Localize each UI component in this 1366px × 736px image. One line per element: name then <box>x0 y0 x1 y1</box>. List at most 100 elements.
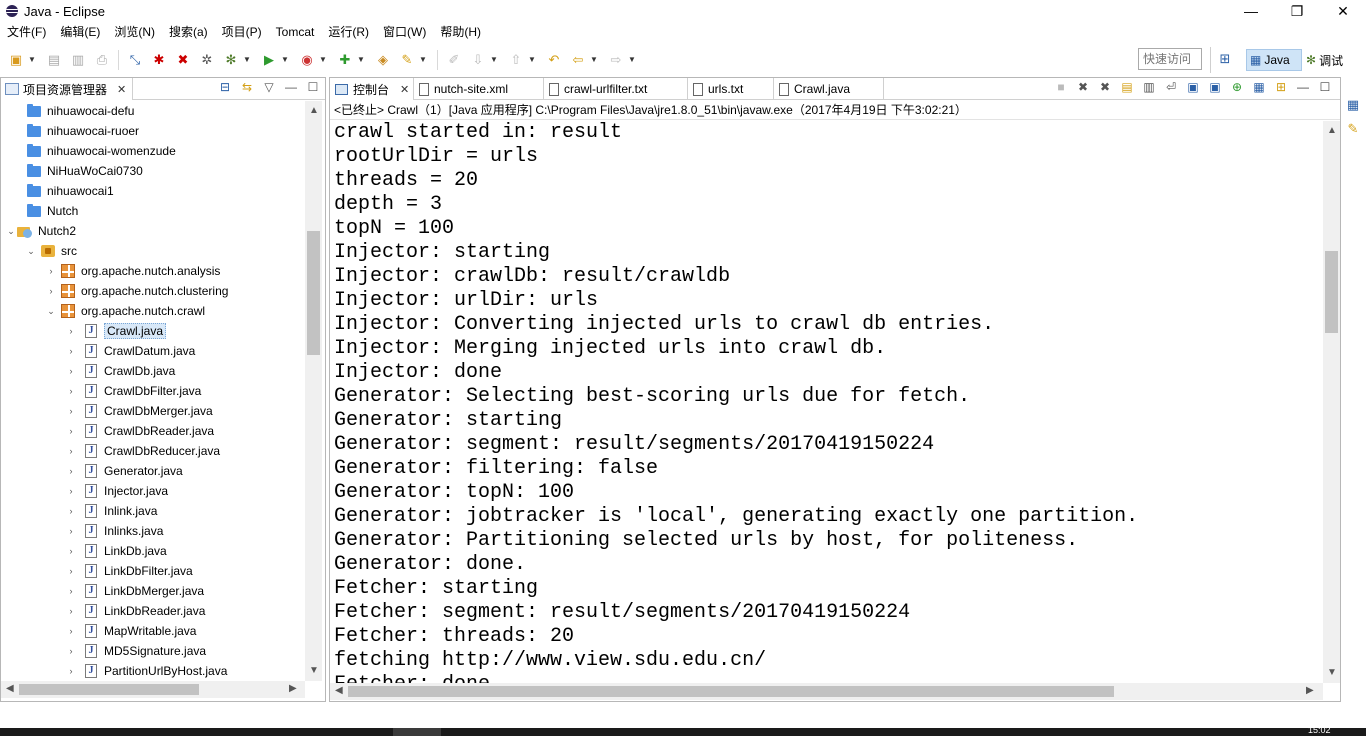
chevron-right-icon[interactable]: › <box>65 666 77 676</box>
new-java-project-icon[interactable]: ✚ <box>336 51 354 69</box>
tree-item[interactable]: › J LinkDbReader.java <box>1 601 305 621</box>
open-perspective-icon[interactable]: ⊞ <box>1216 51 1234 69</box>
chevron-right-icon[interactable]: › <box>65 446 77 456</box>
save-all-icon[interactable]: ▥ <box>69 51 87 69</box>
chevron-right-icon[interactable]: › <box>65 586 77 596</box>
scroll-up-icon[interactable]: ▲ <box>1327 125 1337 136</box>
chevron-down-icon[interactable]: ⌄ <box>5 226 17 237</box>
close-button[interactable]: ✕ <box>1320 0 1366 22</box>
console-vertical-scrollbar[interactable]: ▲ ▼ <box>1323 121 1340 683</box>
explorer-horizontal-scrollbar[interactable]: ◀ ▶ <box>1 681 305 698</box>
show-output-icon[interactable]: ▣ <box>1184 80 1202 94</box>
new-dropdown-icon[interactable]: ▼ <box>28 55 36 64</box>
tree-item[interactable]: ⌄ src <box>1 241 305 261</box>
scroll-left-icon[interactable]: ◀ <box>335 685 343 696</box>
chevron-right-icon[interactable]: › <box>65 506 77 516</box>
tree-item[interactable]: › J LinkDb.java <box>1 541 305 561</box>
task-list-icon[interactable]: ✎ <box>1348 121 1359 137</box>
open-console-icon[interactable]: ⊞ <box>1272 80 1290 94</box>
menu-edit[interactable]: 编辑(E) <box>53 22 107 43</box>
tree-item[interactable]: Nutch <box>1 201 305 221</box>
tree-item[interactable]: nihuawocai1 <box>1 181 305 201</box>
chevron-right-icon[interactable]: › <box>45 266 57 276</box>
debug-icon[interactable]: ✻ <box>222 51 240 69</box>
tree-item[interactable]: › J Injector.java <box>1 481 305 501</box>
tree-item[interactable]: › org.apache.nutch.analysis <box>1 261 305 281</box>
menu-search[interactable]: 搜索(a) <box>162 22 215 43</box>
tab-urls-txt[interactable]: urls.txt <box>688 78 774 100</box>
close-icon[interactable]: ✕ <box>400 83 409 96</box>
outline-icon[interactable]: ▦ <box>1347 97 1359 113</box>
chevron-right-icon[interactable]: › <box>65 606 77 616</box>
tree-item[interactable]: › J CrawlDatum.java <box>1 341 305 361</box>
tree-item[interactable]: › J PartitionUrlByHost.java <box>1 661 305 681</box>
search-icon[interactable]: ✎ <box>398 51 416 69</box>
minimize-view-icon[interactable]: — <box>283 80 299 94</box>
forward-dropdown-icon[interactable]: ▼ <box>628 55 636 64</box>
tree-item[interactable]: › J CrawlDb.java <box>1 361 305 381</box>
external-tools-dropdown-icon[interactable]: ▼ <box>319 55 327 64</box>
menu-tomcat[interactable]: Tomcat <box>269 22 322 43</box>
restart-bug-icon[interactable]: ✲ <box>198 51 216 69</box>
back-icon[interactable]: ⇦ <box>569 51 587 69</box>
remove-launch-icon[interactable]: ✖ <box>1074 80 1092 94</box>
run-dropdown-icon[interactable]: ▼ <box>281 55 289 64</box>
tree-item[interactable]: › J MapWritable.java <box>1 621 305 641</box>
tree-item[interactable]: nihuawocai-defu <box>1 101 305 121</box>
tree-item[interactable]: › J MD5Signature.java <box>1 641 305 661</box>
scroll-up-icon[interactable]: ▲ <box>309 105 319 116</box>
tab-crawl-urlfilter[interactable]: crawl-urlfilter.txt <box>544 78 688 100</box>
toggle-mark-icon[interactable]: ✐ <box>445 51 463 69</box>
tree-item[interactable]: › J Crawl.java <box>1 321 305 341</box>
tree-item[interactable]: nihuawocai-ruoer <box>1 121 305 141</box>
menu-help[interactable]: 帮助(H) <box>433 22 488 43</box>
scroll-thumb[interactable] <box>307 231 320 355</box>
scroll-down-icon[interactable]: ▼ <box>1327 667 1337 678</box>
tree-item[interactable]: › J Inlinks.java <box>1 521 305 541</box>
menu-window[interactable]: 窗口(W) <box>376 22 433 43</box>
scroll-left-icon[interactable]: ◀ <box>6 683 14 694</box>
chevron-right-icon[interactable]: › <box>65 546 77 556</box>
new-java-dropdown-icon[interactable]: ▼ <box>357 55 365 64</box>
explorer-vertical-scrollbar[interactable]: ▲ ▼ <box>305 101 322 681</box>
tree-item[interactable]: › J CrawlDbFilter.java <box>1 381 305 401</box>
tab-nutch-site-xml[interactable]: nutch-site.xml <box>414 78 544 100</box>
tab-crawl-java[interactable]: Crawl.java <box>774 78 884 100</box>
skip-breakpoints-icon[interactable]: ⤡ <box>126 51 144 69</box>
chevron-down-icon[interactable]: ⌄ <box>45 306 57 317</box>
quick-access-input[interactable] <box>1138 48 1202 70</box>
last-edit-icon[interactable]: ↶ <box>545 51 563 69</box>
maximize-view-icon[interactable]: ☐ <box>305 80 321 94</box>
save-icon[interactable]: ▤ <box>45 51 63 69</box>
stop-bug-icon[interactable]: ✖ <box>174 51 192 69</box>
scroll-thumb[interactable] <box>1325 251 1338 333</box>
show-error-icon[interactable]: ▣ <box>1206 80 1224 94</box>
scroll-thumb[interactable] <box>19 684 199 695</box>
link-with-editor-icon[interactable]: ⇆ <box>239 80 255 94</box>
back-dropdown-icon[interactable]: ▼ <box>590 55 598 64</box>
chevron-right-icon[interactable]: › <box>65 486 77 496</box>
close-icon[interactable]: ✕ <box>117 83 126 96</box>
maximize-view-icon[interactable]: ☐ <box>1316 80 1334 94</box>
chevron-right-icon[interactable]: › <box>65 466 77 476</box>
next-annotation-dropdown-icon[interactable]: ▼ <box>490 55 498 64</box>
tree-item[interactable]: › J CrawlDbReducer.java <box>1 441 305 461</box>
chevron-right-icon[interactable]: › <box>65 426 77 436</box>
menu-project[interactable]: 项目(P) <box>215 22 269 43</box>
tree-item[interactable]: › J Inlink.java <box>1 501 305 521</box>
tree-item[interactable]: › J LinkDbFilter.java <box>1 561 305 581</box>
scroll-right-icon[interactable]: ▶ <box>1306 685 1314 696</box>
clear-console-icon[interactable]: ▤ <box>1118 80 1136 94</box>
display-console-icon[interactable]: ▦ <box>1250 80 1268 94</box>
restore-button[interactable]: ❐ <box>1274 0 1320 22</box>
chevron-down-icon[interactable]: ⌄ <box>25 246 37 257</box>
forward-icon[interactable]: ⇨ <box>607 51 625 69</box>
tree-item[interactable]: NiHuaWoCai0730 <box>1 161 305 181</box>
perspective-java-button[interactable]: ▦ Java <box>1246 49 1302 71</box>
tree-item[interactable]: › org.apache.nutch.clustering <box>1 281 305 301</box>
chevron-right-icon[interactable]: › <box>65 646 77 656</box>
console-output[interactable]: crawl started in: result rootUrlDir = url… <box>330 121 1323 683</box>
tab-console[interactable]: 控制台 ✕ <box>330 78 414 100</box>
view-menu-icon[interactable]: ▽ <box>261 80 277 94</box>
scroll-down-icon[interactable]: ▼ <box>309 665 319 676</box>
